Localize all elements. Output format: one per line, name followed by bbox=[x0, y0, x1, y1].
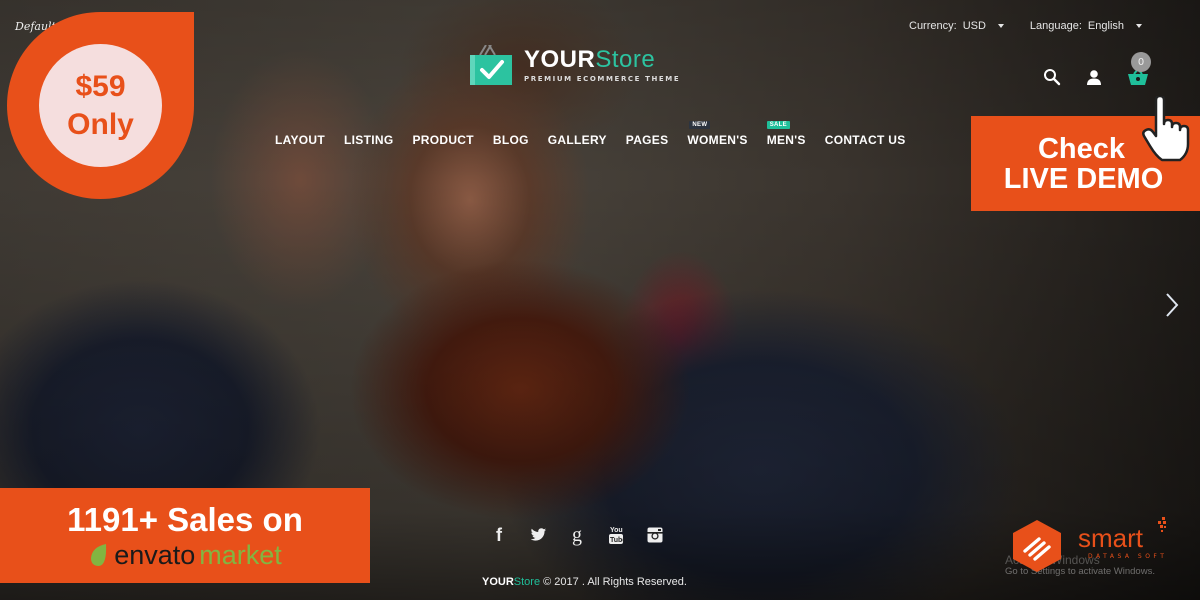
header-icons bbox=[1043, 68, 1149, 86]
sales-banner: 1191+ Sales on envato market bbox=[0, 488, 370, 583]
social-links: f g You Tube bbox=[490, 524, 664, 546]
price-circle: $59 Only bbox=[39, 44, 162, 167]
main-nav: LAYOUT LISTING PRODUCT BLOG GALLERY PAGE… bbox=[275, 121, 906, 147]
instagram-icon[interactable] bbox=[646, 525, 664, 545]
language-value: English bbox=[1087, 20, 1124, 32]
price-value: $59 bbox=[75, 69, 126, 103]
smart-brand-text: smart bbox=[1078, 523, 1143, 553]
nav-item-gallery[interactable]: GALLERY bbox=[548, 133, 607, 147]
new-badge: NEW bbox=[689, 121, 711, 129]
chevron-down-icon bbox=[997, 24, 1004, 28]
nav-item-contact-us[interactable]: CONTACT US bbox=[825, 133, 906, 147]
nav-item-listing[interactable]: LISTING bbox=[344, 133, 393, 147]
logo-title: YOURStore bbox=[524, 46, 656, 73]
facebook-icon[interactable]: f bbox=[490, 525, 508, 545]
smart-brand-subtitle: DATASA SOFT bbox=[1088, 553, 1168, 560]
nav-item-mens[interactable]: SALE MEN'S bbox=[766, 121, 806, 147]
nav-item-blog[interactable]: BLOG bbox=[493, 133, 529, 147]
shopping-bag-check-icon bbox=[470, 45, 512, 85]
top-bar: Currency: USD Language: English bbox=[909, 20, 1142, 32]
smart-brand-hexagon-icon bbox=[1013, 520, 1061, 572]
currency-selector[interactable]: Currency: USD bbox=[909, 20, 1004, 32]
nav-item-womens[interactable]: NEW WOMEN'S bbox=[687, 121, 747, 147]
twitter-icon[interactable] bbox=[529, 525, 547, 545]
logo-subtitle: PREMIUM ECOMMERCE THEME bbox=[524, 75, 681, 83]
nav-item-pages[interactable]: PAGES bbox=[626, 133, 669, 147]
google-plus-icon[interactable]: g bbox=[568, 524, 586, 546]
envato-leaf-icon bbox=[91, 543, 107, 566]
copyright: YOURStore © 2017 . All Rights Reserved. bbox=[482, 576, 687, 588]
sales-count-text: 1191+ Sales on bbox=[67, 500, 303, 538]
price-badge: $59 Only bbox=[7, 12, 194, 199]
nav-item-product[interactable]: PRODUCT bbox=[412, 133, 473, 147]
language-label: Language: bbox=[1029, 20, 1082, 32]
cart-count-badge: 0 bbox=[1131, 52, 1151, 72]
store-logo[interactable]: YOURStore PREMIUM ECOMMERCE THEME bbox=[468, 45, 680, 85]
svg-text:You: You bbox=[610, 527, 623, 534]
currency-label: Currency: bbox=[909, 20, 957, 32]
svg-text:Tube: Tube bbox=[610, 537, 624, 544]
live-demo-line1: Check bbox=[1037, 132, 1126, 165]
envato-market-logo: envato market bbox=[88, 540, 282, 570]
language-selector[interactable]: Language: English bbox=[1030, 20, 1142, 32]
live-demo-line2: LIVE DEMO bbox=[1003, 162, 1164, 195]
smart-brand-dots-icon bbox=[1158, 517, 1166, 532]
sale-badge: SALE bbox=[766, 121, 790, 129]
slider-next-arrow-icon[interactable] bbox=[1164, 292, 1180, 318]
nav-item-layout[interactable]: LAYOUT bbox=[275, 133, 325, 147]
currency-value: USD bbox=[962, 20, 986, 32]
pointer-hand-icon bbox=[1142, 96, 1190, 162]
search-icon[interactable] bbox=[1043, 68, 1061, 86]
price-suffix: Only bbox=[67, 107, 134, 141]
youtube-icon[interactable]: You Tube bbox=[607, 525, 625, 545]
chevron-down-icon bbox=[1136, 24, 1142, 28]
user-icon[interactable] bbox=[1085, 68, 1103, 86]
